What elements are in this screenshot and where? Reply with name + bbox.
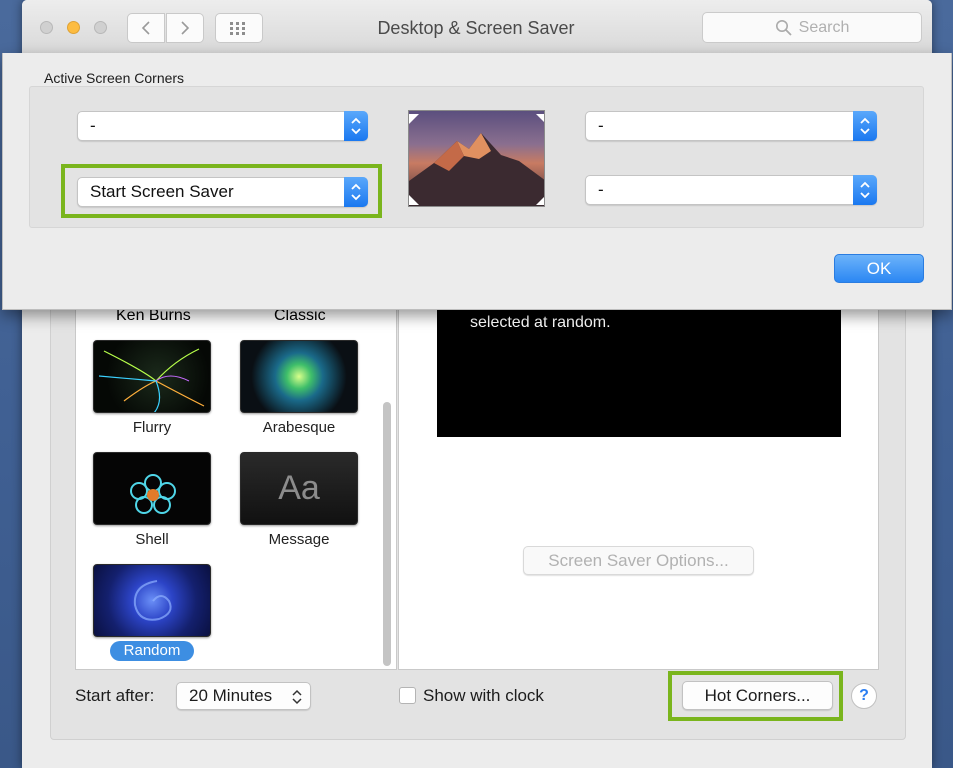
shell-art: [130, 474, 176, 514]
list-scrollbar[interactable]: [383, 402, 391, 666]
popup-arrows-icon: [853, 175, 877, 205]
popup-arrows-icon: [853, 111, 877, 141]
minimize-window-button[interactable]: [67, 21, 80, 34]
start-after-label: Start after:: [75, 686, 155, 705]
mountain-art: [409, 114, 544, 206]
search-placeholder: Search: [798, 18, 850, 36]
top-left-corner-value: -: [90, 116, 96, 135]
top-right-corner-value: -: [598, 116, 604, 135]
saver-thumb-message[interactable]: Aa: [240, 452, 358, 525]
popup-arrows-icon: [344, 177, 368, 207]
zoom-window-button[interactable]: [94, 21, 107, 34]
show-all-button[interactable]: [215, 13, 263, 43]
saver-thumb-arabesque[interactable]: [240, 340, 358, 413]
swirl-art: [133, 580, 172, 621]
search-field[interactable]: Search: [702, 12, 922, 43]
saver-label-shell: Shell: [135, 531, 169, 548]
preview-text: selected at random.: [470, 314, 611, 331]
top-left-corner-popup[interactable]: -: [77, 111, 368, 141]
chevron-right-icon: [181, 21, 190, 35]
bottom-left-corner-value: Start Screen Saver: [90, 182, 234, 201]
bottom-right-corner-popup[interactable]: -: [585, 175, 877, 205]
sheet-section-title: Active Screen Corners: [44, 70, 185, 86]
top-right-corner-popup[interactable]: -: [585, 111, 877, 141]
updown-arrows-icon: [292, 689, 302, 705]
saver-label-arabesque: Arabesque: [262, 419, 336, 436]
bottom-right-corner-value: -: [598, 180, 604, 199]
saver-label-message: Message: [268, 531, 330, 548]
desktop-preview-thumbnail: [408, 110, 545, 207]
window-title: Desktop & Screen Saver: [377, 18, 575, 38]
chevron-left-icon: [141, 21, 150, 35]
start-after-popup[interactable]: 20 Minutes: [176, 682, 311, 710]
flurry-art: [98, 348, 205, 412]
hot-corners-button[interactable]: Hot Corners...: [682, 681, 833, 710]
ok-button[interactable]: OK: [834, 254, 924, 283]
saver-label-flurry: Flurry: [132, 419, 172, 436]
close-window-button[interactable]: [40, 21, 53, 34]
show-with-clock-checkbox[interactable]: [399, 687, 416, 704]
saver-thumb-random[interactable]: [93, 564, 211, 637]
saver-label-random-selected: Random: [110, 641, 194, 661]
popup-arrows-icon: [344, 111, 368, 141]
back-button[interactable]: [127, 13, 165, 43]
start-after-value: 20 Minutes: [189, 686, 273, 705]
search-icon: [775, 19, 792, 36]
show-with-clock-label: Show with clock: [423, 686, 544, 705]
bottom-left-corner-popup[interactable]: Start Screen Saver: [77, 177, 368, 207]
screen-saver-options-button[interactable]: Screen Saver Options...: [523, 546, 754, 575]
grid-icon: [230, 22, 245, 35]
help-button[interactable]: ?: [851, 683, 877, 709]
forward-button[interactable]: [166, 13, 204, 43]
saver-thumb-flurry[interactable]: [93, 340, 211, 413]
saver-thumb-shell[interactable]: [93, 452, 211, 525]
